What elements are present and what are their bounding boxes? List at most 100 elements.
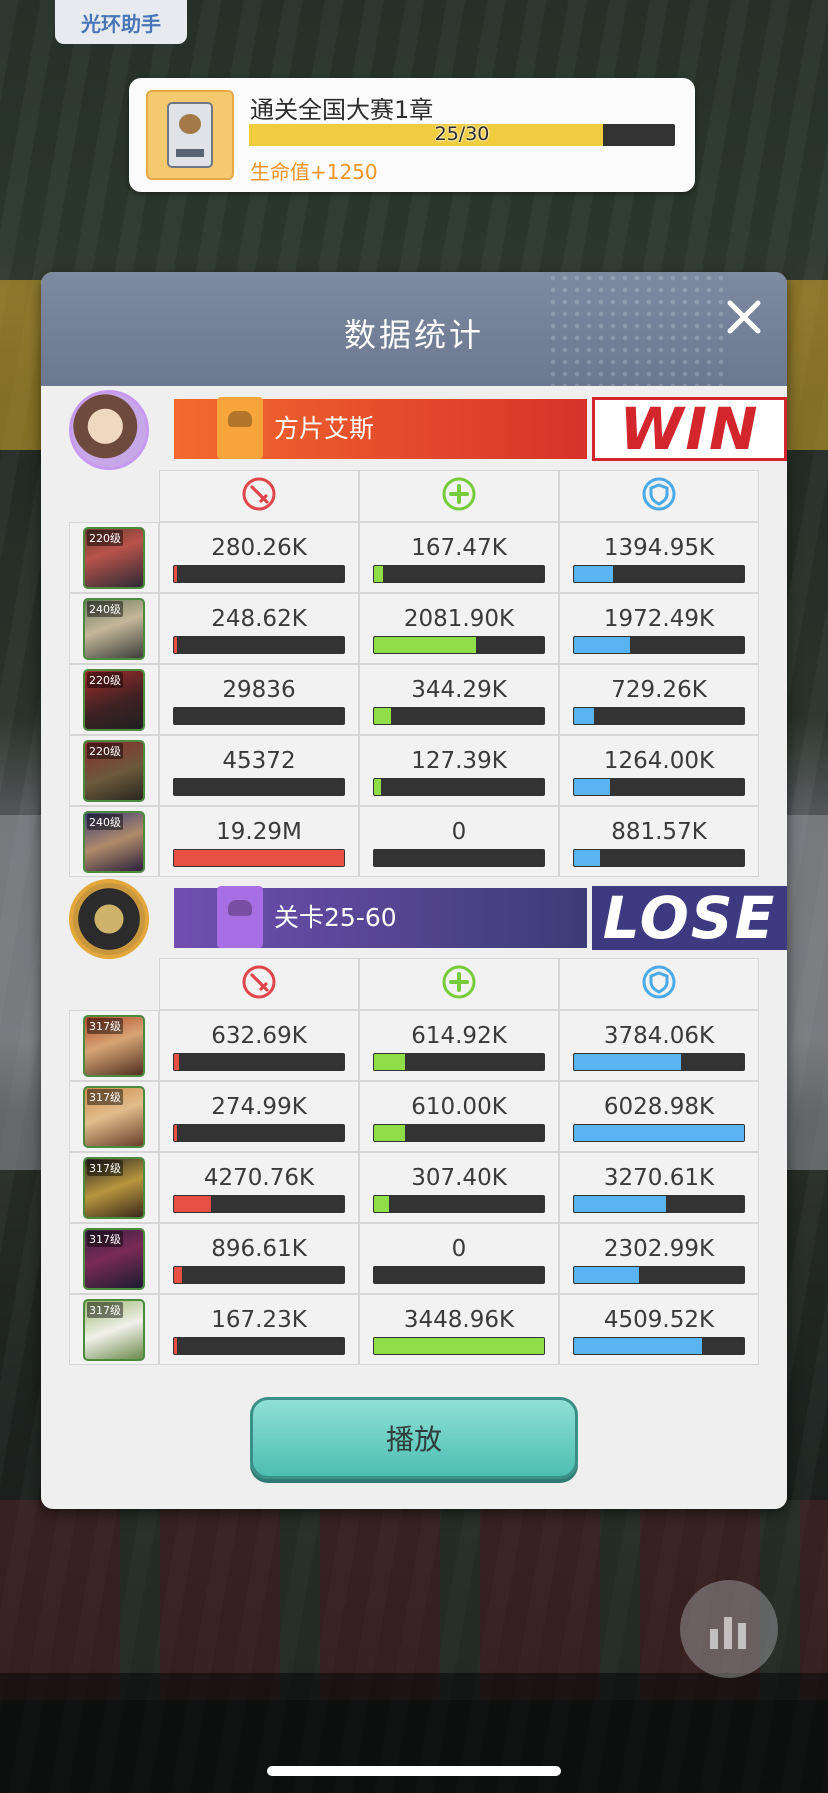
hero-portrait[interactable]: 220级 <box>83 739 145 802</box>
dialog-title: 数据统计 <box>343 316 484 354</box>
damage-bar <box>173 636 345 654</box>
damage-value: 19.29M <box>216 819 302 845</box>
heal-bar-fill <box>374 1338 544 1354</box>
hero-row: 240级 19.29M 0 881.57K <box>69 806 759 877</box>
heal-cell: 344.29K <box>359 664 559 735</box>
damage-cell: 19.29M <box>159 806 359 877</box>
heal-bar <box>373 707 545 725</box>
team-name: 方片艾斯 <box>274 414 375 443</box>
heal-bar <box>373 1053 545 1071</box>
damage-bar <box>173 1266 345 1284</box>
hero-row: 220级 29836 344.29K 729.26K <box>69 664 759 735</box>
hero-level: 240级 <box>87 600 123 617</box>
shield-icon <box>641 964 677 1004</box>
hero-row: 317级 896.61K 0 2302.99K <box>69 1223 759 1294</box>
damage-value: 4270.76K <box>203 1165 315 1191</box>
hero-cell: 317级 <box>69 1152 159 1223</box>
shield-value: 3784.06K <box>603 1023 715 1049</box>
quest-banner: 通关全国大赛1章 25/30 生命值+1250 <box>129 78 695 192</box>
hero-portrait[interactable]: 220级 <box>83 526 145 589</box>
heal-bar <box>373 778 545 796</box>
shield-icon <box>641 476 677 516</box>
hero-row: 317级 274.99K 610.00K 6028.98K <box>69 1081 759 1152</box>
hero-cell: 220级 <box>69 522 159 593</box>
heal-bar-fill <box>374 1196 390 1212</box>
team-name: 关卡25-60 <box>274 903 397 932</box>
bar-chart-icon <box>710 1617 746 1649</box>
hero-portrait[interactable]: 317级 <box>83 1014 145 1077</box>
hero-portrait[interactable]: 317级 <box>83 1085 145 1148</box>
hero-cell: 220级 <box>69 735 159 806</box>
shield-bar-fill <box>574 1338 702 1354</box>
team-flag-icon <box>217 397 263 459</box>
heal-cell: 167.47K <box>359 522 559 593</box>
damage-bar-fill <box>174 1054 180 1070</box>
heal-value: 614.92K <box>411 1023 507 1049</box>
damage-value: 274.99K <box>211 1094 307 1120</box>
damage-value: 29836 <box>222 677 296 703</box>
shield-bar-fill <box>574 1267 639 1283</box>
assist-button[interactable]: 光环助手 <box>55 0 187 44</box>
heal-cell: 307.40K <box>359 1152 559 1223</box>
stats-float-button[interactable] <box>680 1580 778 1678</box>
shield-cell: 881.57K <box>559 806 759 877</box>
damage-bar <box>173 1053 345 1071</box>
dialog-header: 数据统计 <box>41 272 787 386</box>
hero-cell: 317级 <box>69 1294 159 1365</box>
heal-cell: 614.92K <box>359 1010 559 1081</box>
stats-table-enemy: 317级 632.69K 614.92K 3784.06K 317级 274.99K 610… <box>69 958 759 1365</box>
hero-portrait[interactable]: 220级 <box>83 668 145 731</box>
enemy-avatar[interactable] <box>69 879 149 959</box>
damage-cell: 248.62K <box>159 593 359 664</box>
damage-value: 632.69K <box>211 1023 307 1049</box>
damage-cell: 274.99K <box>159 1081 359 1152</box>
quest-ticket-icon <box>146 90 234 180</box>
hero-row: 220级 280.26K 167.47K 1394.95K <box>69 522 759 593</box>
home-indicator[interactable] <box>267 1766 561 1776</box>
hero-portrait[interactable]: 317级 <box>83 1156 145 1219</box>
damage-bar-fill <box>174 1338 177 1354</box>
hero-level: 317级 <box>87 1230 123 1247</box>
close-icon <box>727 300 761 334</box>
player-avatar[interactable] <box>69 390 149 470</box>
hero-portrait[interactable]: 240级 <box>83 597 145 660</box>
damage-value: 248.62K <box>211 606 307 632</box>
heal-value: 3448.96K <box>403 1307 515 1333</box>
heal-bar-fill <box>374 1054 405 1070</box>
header-damage <box>159 958 359 1010</box>
close-button[interactable] <box>721 294 767 340</box>
damage-cell: 632.69K <box>159 1010 359 1081</box>
header-shield <box>559 958 759 1010</box>
header-blank <box>69 470 159 522</box>
shield-cell: 3270.61K <box>559 1152 759 1223</box>
heal-bar <box>373 1337 545 1355</box>
hero-portrait[interactable]: 317级 <box>83 1227 145 1290</box>
stats-header-row <box>69 470 759 522</box>
hero-level: 220级 <box>87 529 123 546</box>
shield-bar <box>573 778 745 796</box>
hero-portrait[interactable]: 240级 <box>83 810 145 873</box>
heal-bar <box>373 1266 545 1284</box>
shield-cell: 729.26K <box>559 664 759 735</box>
damage-cell: 167.23K <box>159 1294 359 1365</box>
shield-bar <box>573 1124 745 1142</box>
shield-bar-fill <box>574 637 631 653</box>
shield-bar <box>573 1337 745 1355</box>
hero-portrait[interactable]: 317级 <box>83 1298 145 1361</box>
play-button[interactable]: 播放 <box>250 1397 578 1479</box>
sword-icon <box>241 476 277 516</box>
damage-bar-fill <box>174 1125 177 1141</box>
plus-icon <box>441 476 477 516</box>
hero-level: 317级 <box>87 1301 123 1318</box>
sword-icon <box>241 964 277 1004</box>
team-banner-enemy: 关卡25-60 LOSE <box>69 879 787 959</box>
shield-bar <box>573 565 745 583</box>
hero-cell: 240级 <box>69 806 159 877</box>
shield-value: 1264.00K <box>603 748 715 774</box>
quest-reward: 生命值+1250 <box>250 160 378 184</box>
team-banner-player: 方片艾斯 WIN <box>69 390 787 470</box>
heal-bar <box>373 636 545 654</box>
shield-value: 1972.49K <box>603 606 715 632</box>
quest-title: 通关全国大赛1章 <box>250 96 434 124</box>
damage-bar-fill <box>174 637 177 653</box>
